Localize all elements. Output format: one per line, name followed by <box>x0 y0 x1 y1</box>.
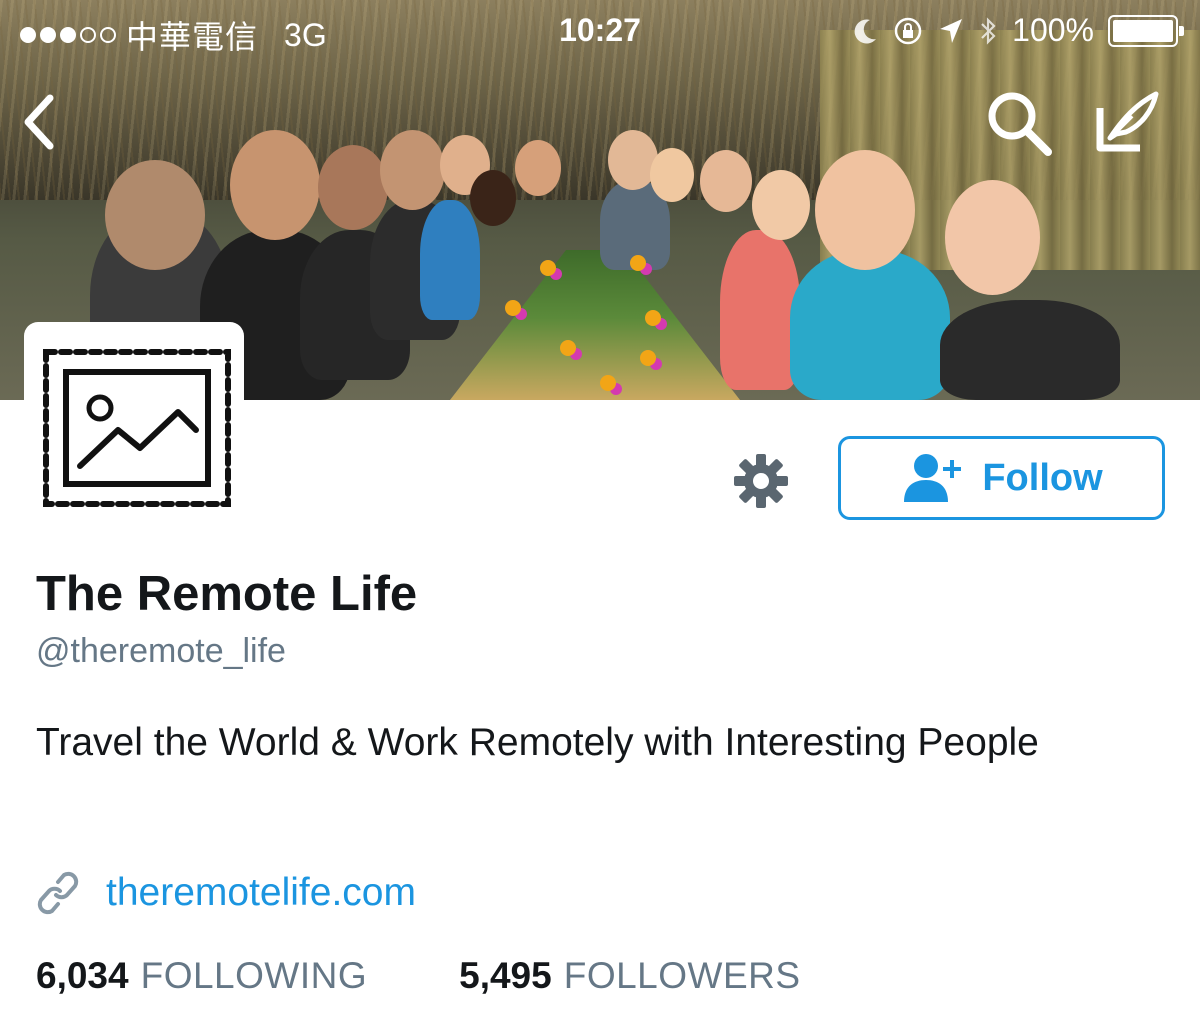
status-right: 100% <box>852 12 1184 49</box>
photo-head <box>700 150 752 212</box>
gear-icon[interactable] <box>730 450 792 512</box>
battery-percent: 100% <box>1012 12 1094 48</box>
location-arrow-icon <box>940 18 963 43</box>
search-icon[interactable] <box>984 88 1054 158</box>
follow-button[interactable]: Follow <box>838 436 1165 520</box>
photo-head <box>945 180 1040 295</box>
profile-name: The Remote Life <box>36 567 418 621</box>
photo-head <box>815 150 915 270</box>
photo-flower <box>600 375 616 391</box>
photo-head <box>105 160 205 270</box>
followers-count: 5,495 <box>459 955 552 996</box>
photo-head <box>318 145 388 230</box>
profile-stats: 6,034 FOLLOWING 5,495 FOLLOWERS <box>36 955 801 997</box>
photo-person <box>420 200 480 320</box>
chevron-left-icon[interactable] <box>18 90 62 154</box>
photo-person <box>720 230 800 390</box>
battery-icon <box>1108 14 1184 47</box>
photo-head <box>380 130 445 210</box>
photo-table <box>450 250 740 400</box>
profile-handle: @theremote_life <box>36 632 286 670</box>
photo-flower <box>640 350 656 366</box>
moon-icon <box>854 19 877 44</box>
avatar[interactable] <box>24 322 244 526</box>
image-placeholder-icon <box>43 349 231 507</box>
link-icon <box>37 871 79 915</box>
profile-link-row: theremotelife.com <box>36 868 416 918</box>
bluetooth-icon <box>981 16 996 45</box>
battery-fill <box>1113 19 1173 42</box>
compose-quill-icon[interactable] <box>1092 90 1162 156</box>
following-label: FOLLOWING <box>140 955 368 996</box>
photo-head <box>230 130 320 240</box>
status-bar: 中華電信 3G 10:27 100% <box>0 0 1200 64</box>
following-count: 6,034 <box>36 955 129 996</box>
followers-label: FOLLOWERS <box>563 955 801 996</box>
follow-button-label: Follow <box>982 456 1103 499</box>
photo-flower <box>645 310 661 326</box>
profile-bio: Travel the World & Work Remotely with In… <box>36 721 1039 764</box>
photo-person <box>940 300 1120 400</box>
photo-head <box>752 170 810 240</box>
photo-head <box>470 170 516 226</box>
photo-flower <box>630 255 646 271</box>
photo-head <box>650 148 694 202</box>
photo-flower <box>560 340 576 356</box>
add-user-icon <box>904 454 962 502</box>
photo-flower <box>540 260 556 276</box>
photo-flower <box>505 300 521 316</box>
followers-stat[interactable]: 5,495 FOLLOWERS <box>459 955 800 997</box>
rotation-lock-icon <box>894 17 922 44</box>
photo-head <box>515 140 561 196</box>
following-stat[interactable]: 6,034 FOLLOWING <box>36 955 367 997</box>
profile-url-link[interactable]: theremotelife.com <box>106 871 416 915</box>
photo-person <box>790 250 950 400</box>
